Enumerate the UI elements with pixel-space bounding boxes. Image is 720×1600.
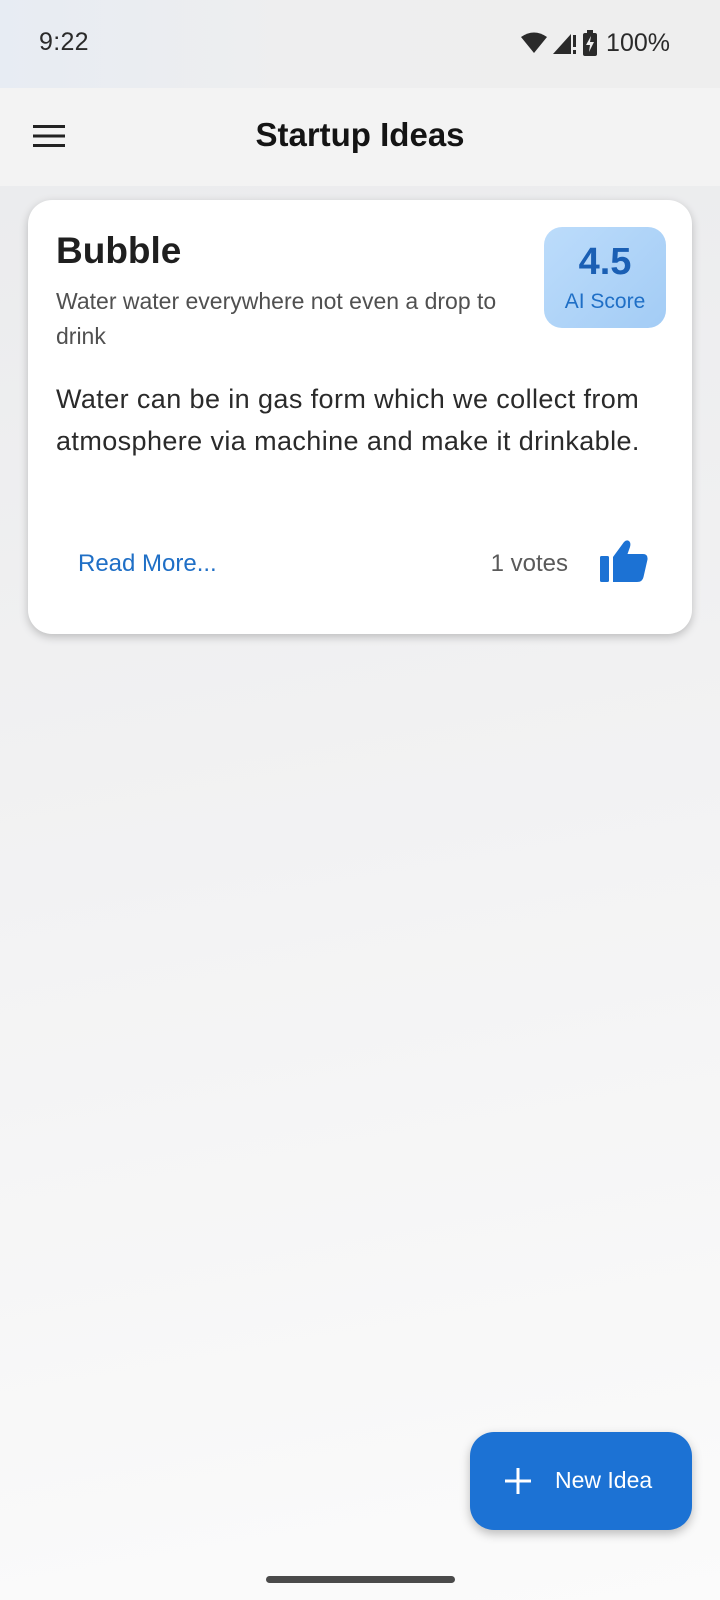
status-time: 9:22 <box>39 28 89 56</box>
signal-icon <box>552 31 578 55</box>
plus-icon <box>504 1467 532 1500</box>
idea-description: Water can be in gas form which we collec… <box>56 384 640 456</box>
thumb-up-icon <box>600 539 648 588</box>
gesture-bar[interactable] <box>266 1576 455 1583</box>
vote-count: 1 votes <box>490 550 568 577</box>
new-idea-button[interactable]: New Idea <box>470 1432 692 1530</box>
status-bar: 9:22 100% <box>0 0 720 88</box>
battery-percentage: 100% <box>606 28 670 57</box>
upvote-button[interactable] <box>598 537 650 589</box>
ai-score-badge: 4.5 AI Score <box>544 227 666 328</box>
battery-charging-icon <box>582 30 598 56</box>
idea-title: Bubble <box>56 230 182 271</box>
app-bar: Startup Ideas <box>0 88 720 186</box>
ai-score-value: 4.5 <box>578 241 632 283</box>
wifi-icon <box>520 32 548 54</box>
idea-card[interactable]: Bubble Water water everywhere not even a… <box>28 200 692 634</box>
ai-score-label: AI Score <box>564 290 646 313</box>
idea-tagline: Water water everywhere not even a drop t… <box>56 288 497 349</box>
new-idea-label: New Idea <box>555 1467 653 1493</box>
page-title: Startup Ideas <box>255 116 465 153</box>
read-more-link[interactable]: Read More... <box>78 550 217 578</box>
status-icons: 100% <box>520 26 670 60</box>
